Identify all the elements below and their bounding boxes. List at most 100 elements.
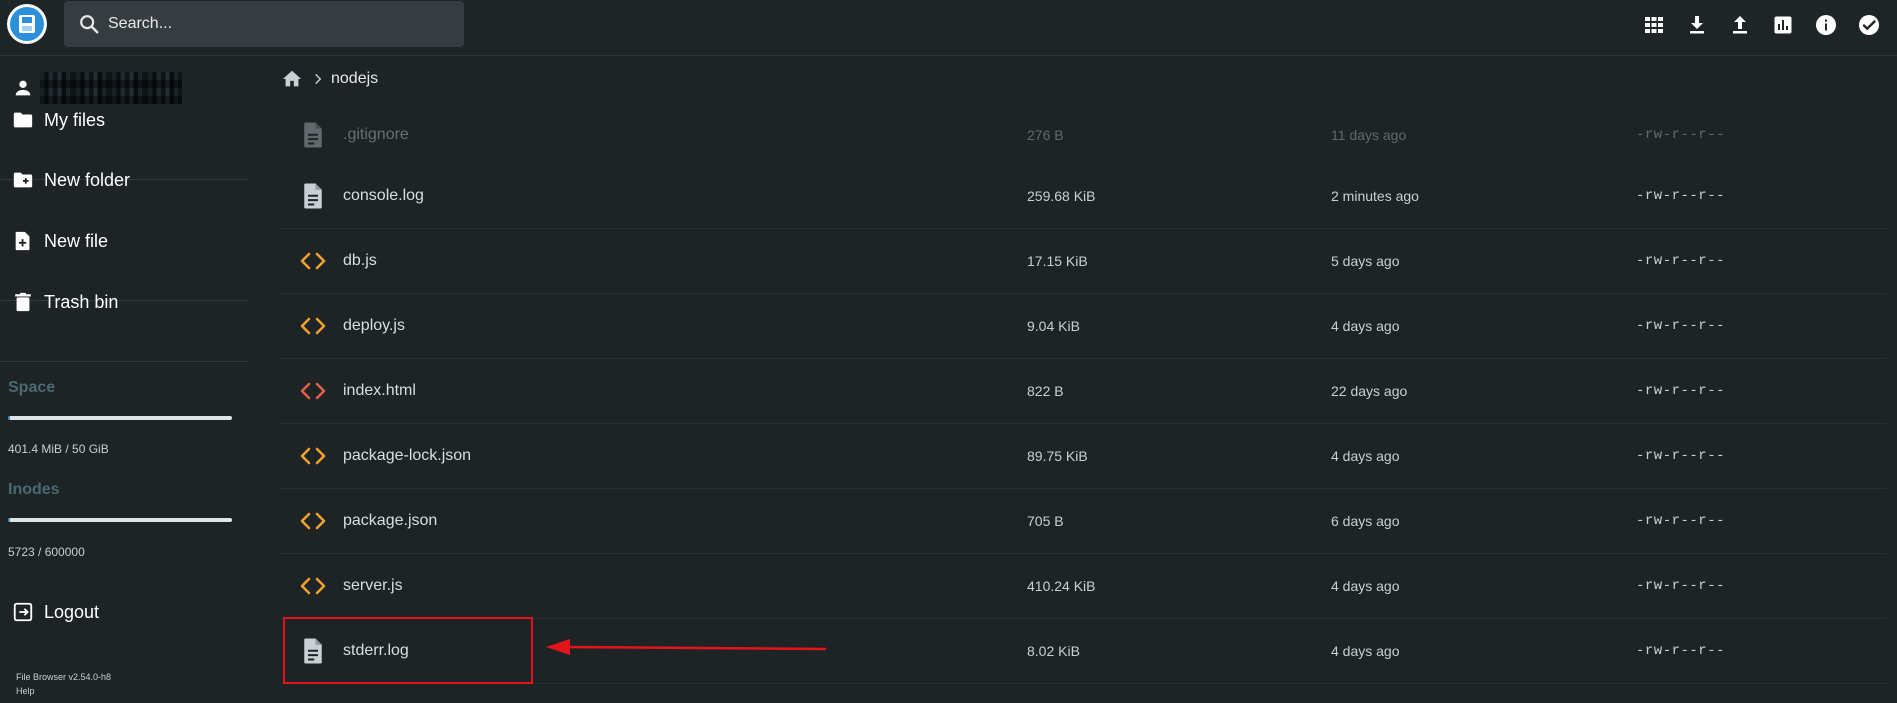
file-name: console.log (343, 187, 424, 204)
select-button[interactable] (1855, 12, 1883, 38)
code-icon (300, 317, 326, 335)
upload-button[interactable] (1726, 12, 1754, 38)
file-row[interactable]: console.log 259.68 KiB 2 minutes ago -rw-r-… (280, 164, 1887, 229)
file-size: 17.15 KiB (1027, 253, 1088, 269)
sidebar-item-label: New file (44, 230, 109, 251)
file-name: package.json (343, 512, 438, 529)
file-name: deploy.js (343, 317, 405, 334)
download-button[interactable] (1683, 12, 1711, 38)
file-row[interactable]: .gitignore 276 B 11 days ago -rw-r--r-- (280, 107, 1887, 164)
document-icon (304, 122, 322, 148)
file-permissions: -rw-r--r-- (1636, 253, 1726, 269)
sidebar-item-label: New folder (44, 169, 131, 190)
space-usage-value: 401.4 MiB / 50 GiB (8, 442, 109, 456)
chart-icon (1774, 16, 1792, 34)
file-row[interactable]: db.js 17.15 KiB 5 days ago -rw-r--r-- (280, 229, 1887, 294)
file-size: 9.04 KiB (1027, 318, 1080, 334)
file-modified: 5 days ago (1331, 253, 1400, 269)
file-permissions: -rw-r--r-- (1636, 513, 1726, 529)
file-permissions: -rw-r--r-- (1636, 448, 1726, 464)
header-actions (1640, 12, 1883, 38)
file-permissions: -rw-r--r-- (1636, 318, 1726, 334)
file-browser-logo[interactable] (7, 4, 47, 44)
divider (0, 361, 248, 362)
file-permissions: -rw-r--r-- (1636, 643, 1726, 659)
logout-icon (13, 602, 33, 622)
file-row[interactable]: server.js 410.24 KiB 4 days ago -rw-r--r-- (280, 554, 1887, 619)
code-icon (300, 577, 326, 595)
file-permissions: -rw-r--r-- (1636, 383, 1726, 399)
breadcrumb-folder[interactable]: nodejs (331, 70, 378, 88)
annotation-arrow (546, 639, 827, 655)
file-permissions: -rw-r--r-- (1636, 578, 1726, 594)
new-file-icon (15, 231, 30, 251)
sidebar-item-my-files[interactable]: My files (0, 90, 248, 150)
new-folder-icon (13, 172, 33, 188)
code-icon (300, 512, 326, 530)
inodes-title: Inodes (8, 481, 60, 498)
file-name: db.js (343, 252, 377, 269)
top-bar (0, 0, 1897, 56)
folder-icon (13, 112, 33, 128)
space-usage-bar (8, 416, 232, 420)
inodes-usage-bar (8, 518, 232, 522)
sidebar-item-trash-bin[interactable]: Trash bin (0, 272, 248, 332)
file-name: package-lock.json (343, 447, 472, 464)
sidebar-item-new-folder[interactable]: New folder (0, 150, 248, 210)
file-size: 8.02 KiB (1027, 643, 1080, 659)
search-input[interactable] (108, 1, 448, 47)
document-icon (304, 183, 322, 209)
file-row[interactable]: index.html 822 B 22 days ago -rw-r--r-- (280, 359, 1887, 424)
breadcrumb: nodejs (281, 66, 378, 92)
file-size: 410.24 KiB (1027, 578, 1096, 594)
space-usage-fill (8, 416, 10, 420)
sidebar: My files New folder New file Trash bin S… (0, 57, 250, 703)
file-size: 259.68 KiB (1027, 188, 1096, 204)
logout-button[interactable]: Logout (0, 582, 248, 642)
file-size: 822 B (1027, 383, 1064, 399)
usage-chart-button[interactable] (1769, 12, 1797, 38)
file-modified: 4 days ago (1331, 578, 1400, 594)
logout-label: Logout (44, 601, 100, 622)
space-title: Space (8, 379, 56, 396)
upload-icon (1733, 16, 1747, 34)
help-link[interactable]: Help (16, 686, 35, 696)
version-text: File Browser v2.54.0-h8 (16, 672, 112, 682)
file-modified: 2 minutes ago (1331, 188, 1419, 204)
file-list: .gitignore 276 B 11 days ago -rw-r--r-- cons… (280, 107, 1887, 684)
inodes-usage-fill (8, 518, 11, 522)
info-button[interactable] (1812, 12, 1840, 38)
file-permissions: -rw-r--r-- (1636, 188, 1726, 204)
grid-view-icon (1645, 17, 1663, 33)
file-modified: 11 days ago (1331, 127, 1407, 143)
file-size: 705 B (1027, 513, 1064, 529)
file-size: 89.75 KiB (1027, 448, 1088, 464)
html-code-icon (300, 382, 326, 400)
file-modified: 4 days ago (1331, 318, 1400, 334)
file-size: 276 B (1027, 127, 1064, 143)
file-modified: 22 days ago (1331, 383, 1408, 399)
code-icon (300, 252, 326, 270)
file-row[interactable]: deploy.js 9.04 KiB 4 days ago -rw-r--r-- (280, 294, 1887, 359)
highlight-box (283, 617, 533, 684)
home-icon[interactable] (281, 68, 303, 90)
file-name: index.html (343, 382, 416, 399)
file-permissions: -rw-r--r-- (1636, 127, 1726, 143)
file-name: .gitignore (343, 126, 409, 143)
inodes-usage-value: 5723 / 600000 (8, 545, 85, 559)
search-box[interactable] (64, 1, 464, 47)
file-name: server.js (343, 577, 403, 594)
download-icon (1690, 16, 1704, 34)
chevron-right-icon (315, 73, 322, 85)
file-row[interactable]: package-lock.json 89.75 KiB 4 days ago -rw-… (280, 424, 1887, 489)
trash-icon (15, 292, 31, 312)
sidebar-item-label: My files (44, 109, 106, 130)
file-modified: 4 days ago (1331, 643, 1400, 659)
grid-view-button[interactable] (1640, 12, 1668, 38)
file-row[interactable]: package.json 705 B 6 days ago -rw-r--r-- (280, 489, 1887, 554)
sidebar-item-new-file[interactable]: New file (0, 211, 248, 271)
sidebar-item-label: Trash bin (44, 291, 119, 312)
info-icon (1816, 15, 1836, 35)
check-circle-icon (1859, 15, 1879, 35)
search-icon (80, 15, 99, 34)
